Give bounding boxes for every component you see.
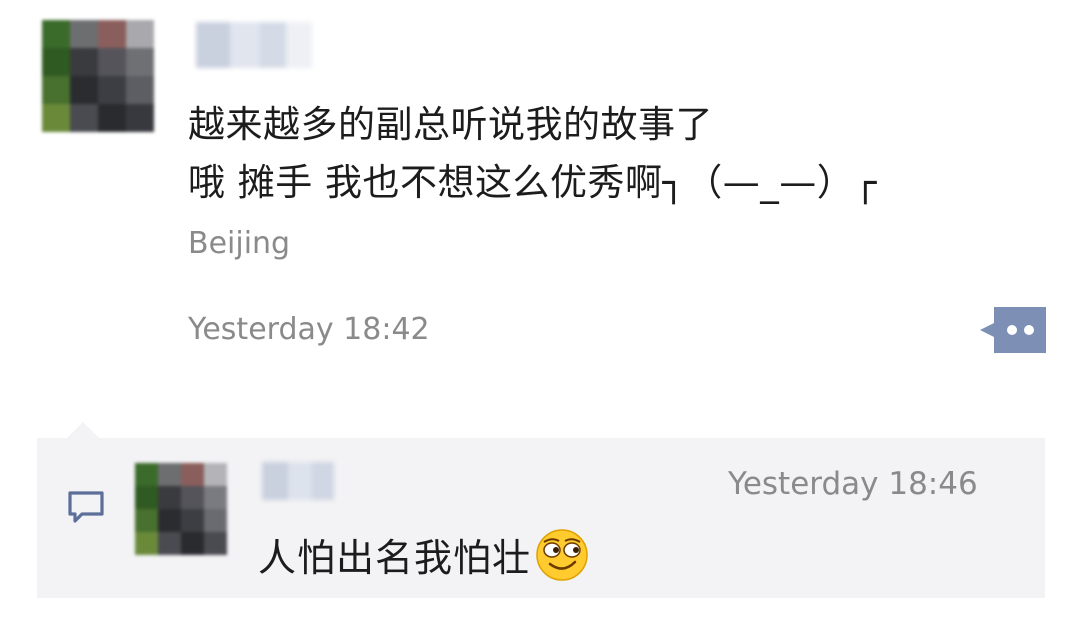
moments-post: 越来越多的副总听说我的故事了 哦 摊手 我也不想这么优秀啊┐（—_—）┌ Bei…	[0, 0, 1080, 640]
more-dots-icon	[980, 307, 1046, 353]
reply-area-caret	[66, 422, 100, 439]
reply-content: 人怕出名我怕壮	[258, 527, 589, 582]
reply-timestamp: Yesterday 18:46	[728, 466, 978, 502]
reply-avatar[interactable]	[135, 463, 227, 555]
post-timestamp: Yesterday 18:42	[188, 312, 430, 347]
smirk-emoji-icon	[535, 528, 589, 582]
reply-text: 人怕出名我怕壮	[258, 536, 532, 580]
post-author-name[interactable]	[196, 22, 312, 68]
post-avatar[interactable]	[42, 20, 154, 132]
post-text: 越来越多的副总听说我的故事了 哦 摊手 我也不想这么优秀啊┐（—_—）┌	[188, 103, 878, 204]
post-location[interactable]: Beijing	[188, 226, 290, 261]
more-actions-button[interactable]	[980, 307, 1046, 353]
comment-icon	[66, 490, 106, 526]
reply-author-name[interactable]	[262, 462, 334, 500]
